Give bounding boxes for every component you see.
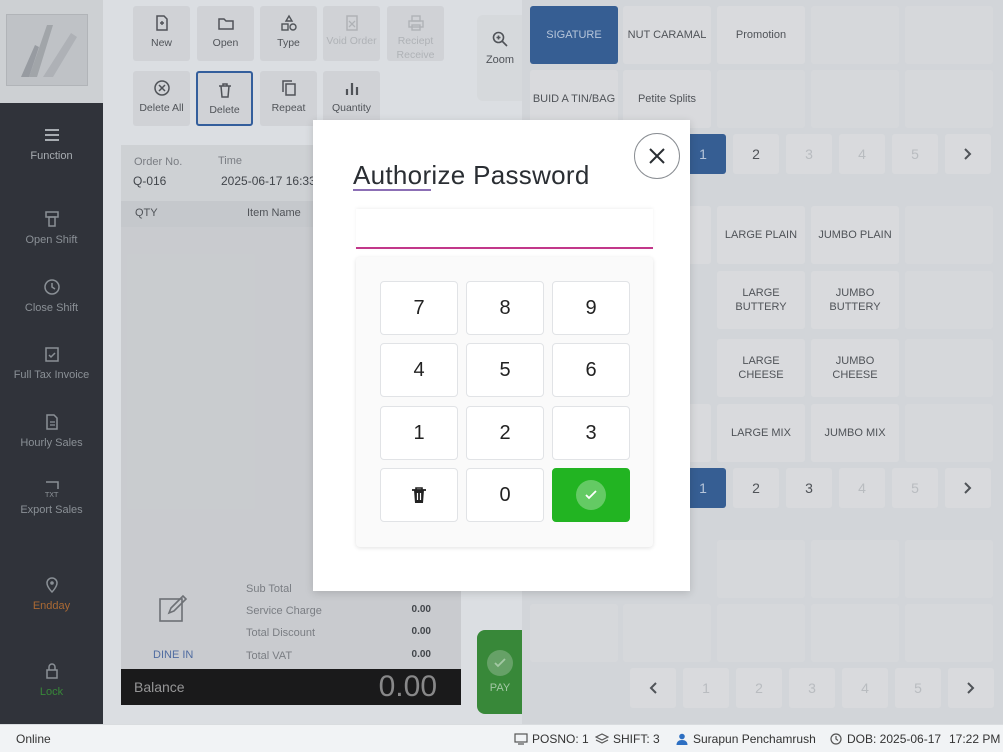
- key-1[interactable]: 1: [380, 406, 458, 460]
- clock-time: 17:22 PM: [949, 732, 1001, 746]
- check-icon: [576, 480, 606, 510]
- clock-icon: [830, 733, 842, 745]
- dob-text: DOB: 2025-06-17: [847, 732, 942, 746]
- user-icon: [676, 733, 688, 745]
- close-button[interactable]: [634, 133, 680, 179]
- close-icon: [649, 148, 665, 164]
- shift-text: SHIFT: 3: [613, 732, 660, 746]
- monitor-icon: [514, 733, 528, 745]
- layers-icon: [595, 733, 609, 744]
- dob-status: DOB: 2025-06-17: [829, 732, 941, 746]
- trash-icon: [412, 487, 426, 503]
- posno-text: POSNO: 1: [532, 732, 589, 746]
- key-5[interactable]: 5: [466, 343, 544, 397]
- user-text: Surapun Penchamrush: [693, 732, 816, 746]
- shift-status: SHIFT: 3: [595, 732, 660, 746]
- key-0[interactable]: 0: [466, 468, 544, 522]
- status-bar: Online POSNO: 1 SHIFT: 3 Surapun Pencham…: [0, 724, 1003, 752]
- key-3[interactable]: 3: [552, 406, 630, 460]
- password-input[interactable]: [356, 209, 653, 249]
- key-4[interactable]: 4: [380, 343, 458, 397]
- key-2[interactable]: 2: [466, 406, 544, 460]
- key-8[interactable]: 8: [466, 281, 544, 335]
- key-7[interactable]: 7: [380, 281, 458, 335]
- confirm-button[interactable]: [552, 468, 630, 522]
- dialog-title: Authorize Password: [353, 160, 590, 190]
- online-status: Online: [16, 732, 51, 746]
- posno-status: POSNO: 1: [514, 732, 589, 746]
- title-underline: [353, 189, 431, 191]
- clear-key[interactable]: [380, 468, 458, 522]
- numeric-keypad: 7 8 9 4 5 6 1 2 3 0: [356, 257, 653, 547]
- authorize-password-dialog: Authorize Password 7 8 9 4 5 6 1 2 3 0: [313, 120, 690, 591]
- key-9[interactable]: 9: [552, 281, 630, 335]
- pos-app: Function Open Shift Close Shift Full Tax…: [0, 0, 1003, 752]
- key-6[interactable]: 6: [552, 343, 630, 397]
- user-status: Surapun Penchamrush: [675, 732, 816, 746]
